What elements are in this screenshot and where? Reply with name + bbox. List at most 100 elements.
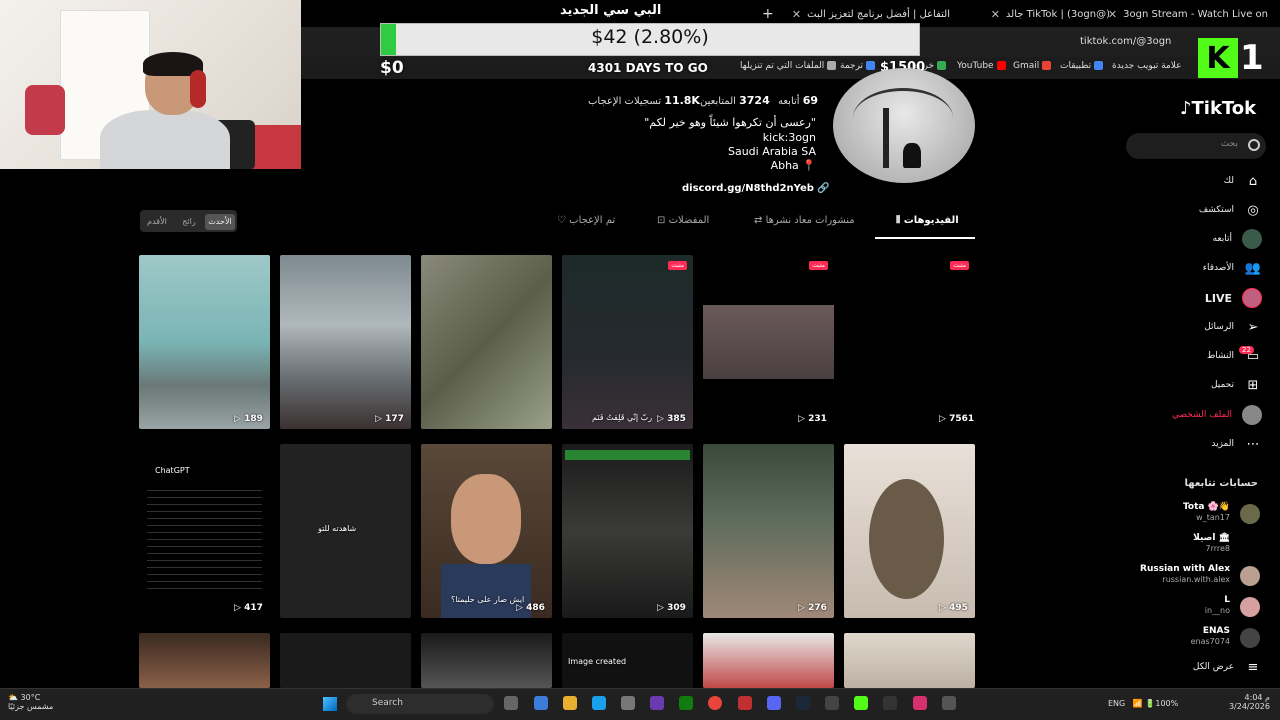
bookmark-item[interactable]: علامة تبويب جديدة bbox=[1112, 61, 1182, 71]
video-thumbnail[interactable]: ▷ 189 bbox=[139, 255, 270, 429]
instagram-icon[interactable] bbox=[913, 696, 927, 710]
followed-account[interactable]: ENAS enas7074 bbox=[1130, 626, 1260, 652]
sort-popular[interactable]: رائج bbox=[176, 214, 202, 230]
video-thumbnail[interactable] bbox=[844, 633, 975, 688]
kick-icon[interactable] bbox=[854, 696, 868, 710]
discord-icon[interactable] bbox=[767, 696, 781, 710]
video-thumbnail[interactable] bbox=[280, 633, 411, 688]
compass-icon: ◎ bbox=[1247, 202, 1259, 218]
app-icon[interactable] bbox=[650, 696, 664, 710]
bookmark-item[interactable]: الملفات التي تم تنزيلها bbox=[740, 61, 837, 71]
nav-live[interactable]: LIVE bbox=[1130, 287, 1262, 309]
app-icon[interactable] bbox=[825, 696, 839, 710]
xbox-icon[interactable] bbox=[679, 696, 693, 710]
nav-messages[interactable]: الرسائل ➢ bbox=[1130, 316, 1262, 338]
steam-icon[interactable] bbox=[796, 696, 810, 710]
task-view-icon[interactable] bbox=[504, 696, 518, 710]
tab-liked[interactable]: تم الإعجاب ♡ bbox=[557, 215, 615, 226]
close-icon[interactable]: ✕ bbox=[792, 8, 801, 21]
nav-for-you[interactable]: لك ⌂ bbox=[1130, 170, 1262, 192]
app-icon[interactable] bbox=[942, 696, 956, 710]
following-stat[interactable]: 69 أتابعه bbox=[778, 94, 818, 107]
video-thumbnail[interactable]: ▷ 309 bbox=[562, 444, 693, 618]
bookmark-item[interactable]: YouTube bbox=[957, 61, 1006, 71]
app-icon[interactable] bbox=[738, 696, 752, 710]
url-field[interactable]: tiktok.com/@3ogn bbox=[1080, 36, 1171, 47]
taskbar-search[interactable]: Search bbox=[346, 694, 494, 714]
browser-tab[interactable]: التفاعل | أفضل برنامج لتعزيز البث ✕ bbox=[790, 4, 950, 24]
system-tray[interactable]: ENG 📶 🔋100% bbox=[1108, 699, 1178, 708]
nav-explore[interactable]: استكشف ◎ bbox=[1130, 199, 1262, 221]
store-icon[interactable] bbox=[621, 696, 635, 710]
browser-tab[interactable]: 3ogn Stream - Watch Live on ✕ bbox=[1108, 4, 1268, 24]
view-count: ▷ 177 bbox=[375, 414, 404, 424]
nav-following[interactable]: أتابعه bbox=[1130, 228, 1262, 250]
chrome-icon[interactable] bbox=[708, 696, 722, 710]
browser-tab[interactable]: TikTok | (3ogn@) جالد ✕ bbox=[960, 4, 1110, 24]
video-thumbnail[interactable] bbox=[421, 255, 552, 429]
bio-line: Saudi Arabia SA bbox=[727, 145, 816, 158]
likes-stat: 11.8K تسجيلات الإعجاب bbox=[588, 94, 700, 107]
video-thumbnail[interactable]: ▷ 495 bbox=[844, 444, 975, 618]
stream-title: البي سي الجديد bbox=[560, 3, 662, 18]
bookmark-item[interactable]: Gmail bbox=[1013, 61, 1052, 71]
bookmark-item[interactable]: تطبيقات bbox=[1060, 61, 1104, 71]
nav-upload[interactable]: تحميل ⊞ bbox=[1130, 374, 1262, 396]
video-thumbnail[interactable]: شاهدته للتو bbox=[280, 444, 411, 618]
heart-icon: ♡ bbox=[557, 215, 566, 226]
profile-link[interactable]: discord.gg/N8thd2nYeb 🔗 bbox=[682, 183, 830, 194]
followers-stat[interactable]: 3724 المتابعين bbox=[700, 94, 770, 107]
edge-icon[interactable] bbox=[592, 696, 606, 710]
nav-profile[interactable]: الملف الشخصي bbox=[1130, 404, 1262, 426]
battery-icon: 🔋 bbox=[1145, 699, 1156, 708]
sort-latest[interactable]: الأحدث bbox=[205, 214, 235, 230]
video-thumbnail[interactable]: مثبت ربّ إنّي قَلِقتُ فَنَم ▷ 385 bbox=[562, 255, 693, 429]
view-count: ▷ 385 bbox=[657, 414, 686, 424]
video-thumbnail[interactable] bbox=[139, 633, 270, 688]
new-tab-button[interactable]: + bbox=[762, 4, 774, 24]
copilot-icon[interactable] bbox=[534, 696, 548, 710]
video-thumbnail[interactable]: ايش صار على حليمتا؟ ▷ 486 bbox=[421, 444, 552, 618]
activity-badge: 22 bbox=[1239, 346, 1254, 354]
video-thumbnail[interactable]: مثبت ▷ 231 bbox=[703, 255, 834, 429]
view-count: ▷ 276 bbox=[798, 603, 827, 613]
followed-account[interactable]: Lin__no bbox=[1130, 595, 1260, 621]
clock[interactable]: 4:04 م 3/24/2026 bbox=[1215, 693, 1270, 711]
video-thumbnail[interactable] bbox=[421, 633, 552, 688]
tab-reposts[interactable]: منشورات معاد نشرها ⇄ bbox=[754, 215, 855, 226]
followed-account[interactable]: Tota 🌸👋 w_tan17 bbox=[1130, 502, 1260, 528]
see-all-link[interactable]: عرض الكل ≡ bbox=[1130, 656, 1262, 678]
video-thumbnail[interactable]: مثبت ▷ 7561 bbox=[844, 255, 975, 429]
search-input[interactable]: بحث bbox=[1126, 133, 1266, 159]
followed-account[interactable]: اصيلا 🏛 7rrre8 bbox=[1130, 533, 1260, 559]
tiktok-logo[interactable]: ♪TikTok bbox=[1180, 98, 1256, 119]
video-thumbnail[interactable] bbox=[703, 633, 834, 688]
tab-favorites[interactable]: المفضلات ⊡ bbox=[657, 215, 709, 226]
tiktok-note-icon: ♪ bbox=[1180, 98, 1192, 119]
view-count: ▷ 417 bbox=[234, 603, 263, 613]
tab-videos[interactable]: الفيديوهات ⫴ bbox=[896, 215, 959, 226]
search-icon[interactable] bbox=[1248, 139, 1260, 151]
start-button[interactable] bbox=[323, 697, 337, 711]
nav-more[interactable]: المزيد ⋯ bbox=[1130, 433, 1262, 455]
followed-account[interactable]: Russian with Alex russian.with.alex bbox=[1130, 564, 1260, 590]
video-thumbnail[interactable]: Image created bbox=[562, 633, 693, 688]
view-count: ▷ 486 bbox=[516, 603, 545, 613]
file-explorer-icon[interactable] bbox=[563, 696, 577, 710]
video-thumbnail[interactable]: ▷ 177 bbox=[280, 255, 411, 429]
sort-oldest[interactable]: الأقدم bbox=[142, 214, 172, 230]
link-icon: 🔗 bbox=[817, 183, 830, 194]
wifi-icon: 📶 bbox=[1132, 699, 1143, 708]
weather-widget[interactable]: ⛅ 30°C مشمس جزئيًا bbox=[8, 693, 53, 711]
bookmark-item[interactable]: ترجمة bbox=[840, 61, 876, 71]
video-thumbnail[interactable]: ChatGPT ▷ 417 bbox=[139, 444, 270, 618]
avatar bbox=[1242, 229, 1262, 249]
donation-start: $0 bbox=[380, 58, 404, 78]
nav-friends[interactable]: الأصدقاء 👥 bbox=[1130, 257, 1262, 279]
video-thumbnail[interactable]: ▷ 276 bbox=[703, 444, 834, 618]
profile-avatar[interactable] bbox=[833, 68, 975, 183]
friends-icon: 👥 bbox=[1244, 260, 1262, 276]
close-icon[interactable]: ✕ bbox=[991, 8, 1000, 21]
windows-taskbar bbox=[0, 688, 1280, 720]
epic-games-icon[interactable] bbox=[883, 696, 897, 710]
